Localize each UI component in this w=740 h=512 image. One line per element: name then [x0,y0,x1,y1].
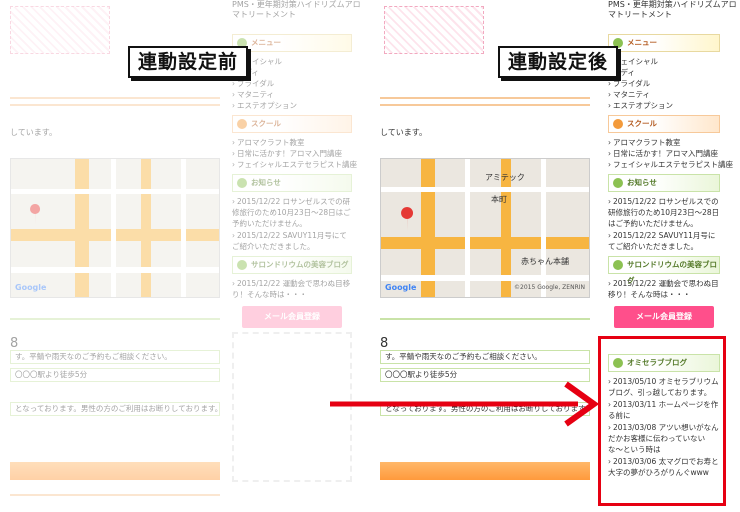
new-widget-highlight [598,336,726,506]
comparison-screenshot: しています。 Google 8 す。平鯖や雨天なのご予約もご相談ください。 〇〇… [0,0,740,512]
